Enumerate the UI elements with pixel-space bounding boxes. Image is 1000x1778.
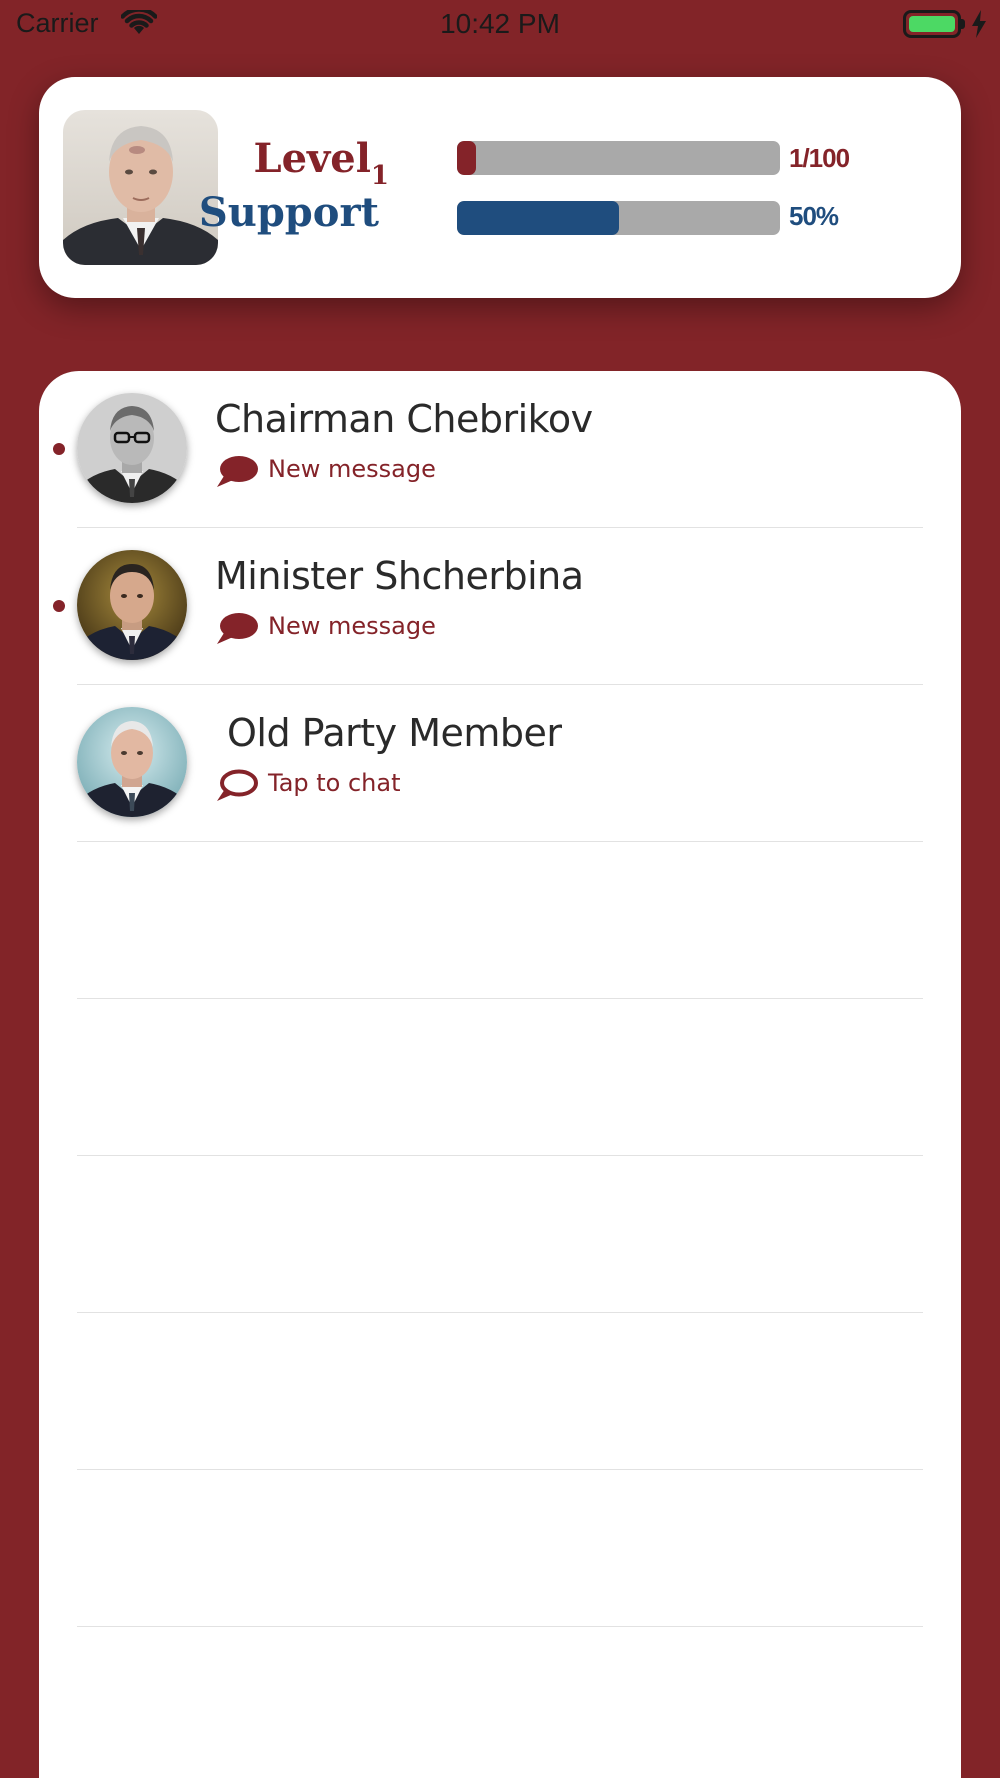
contact-name: Old Party Member <box>227 711 562 755</box>
chat-bubble-outline-icon <box>217 769 258 801</box>
support-progress-bar <box>457 201 780 235</box>
level-progress-bar <box>457 141 780 175</box>
level-label: Level1 <box>253 135 389 191</box>
status-bar: Carrier 10:42 PM <box>0 0 1000 50</box>
battery-icon <box>903 10 961 38</box>
empty-row <box>77 1470 923 1627</box>
contact-row-old-party-member[interactable]: Old Party Member Tap to chat <box>77 685 923 842</box>
contact-row-shcherbina[interactable]: Minister Shcherbina New message <box>53 528 923 685</box>
chat-bubble-filled-icon <box>217 613 258 644</box>
level-number: 1 <box>370 161 389 191</box>
unread-indicator <box>53 443 65 455</box>
empty-row <box>77 1313 923 1470</box>
battery-nub <box>961 19 965 29</box>
support-progress-fill <box>457 201 619 235</box>
message-status: New message <box>268 612 436 640</box>
support-label: Support <box>198 189 379 236</box>
support-value: 50% <box>789 201 839 231</box>
level-progress-fill <box>457 141 477 175</box>
level-value: 1/100 <box>789 143 850 173</box>
clock: 10:42 PM <box>440 8 560 39</box>
avatar <box>77 550 187 660</box>
unread-indicator <box>53 600 65 612</box>
message-status: New message <box>268 455 436 483</box>
contact-name: Chairman Chebrikov <box>215 397 593 441</box>
player-status-card: Level1 Support 1/100 50% <box>39 77 961 298</box>
empty-row <box>77 999 923 1156</box>
empty-row <box>77 1156 923 1313</box>
avatar <box>77 393 187 503</box>
avatar <box>77 707 187 817</box>
chat-bubble-filled-icon <box>217 456 258 487</box>
contact-name: Minister Shcherbina <box>215 554 584 598</box>
contact-row-chebrikov[interactable]: Chairman Chebrikov New message <box>53 371 923 528</box>
empty-row <box>77 842 923 999</box>
contacts-list: Chairman Chebrikov New message Minister … <box>39 371 961 1778</box>
message-status: Tap to chat <box>268 769 401 797</box>
charging-bolt-icon <box>972 10 986 38</box>
